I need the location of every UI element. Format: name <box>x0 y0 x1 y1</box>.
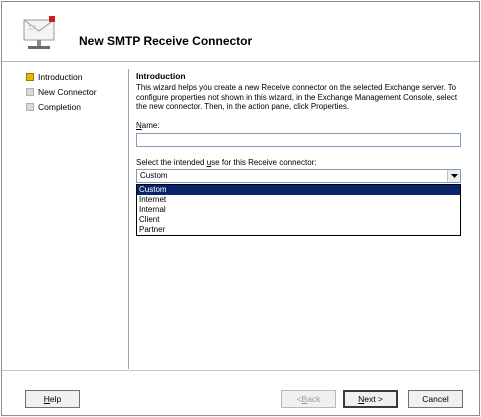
intro-description: This wizard helps you create a new Recei… <box>136 83 458 111</box>
wizard-title: New SMTP Receive Connector <box>79 34 253 48</box>
help-button[interactable]: Help <box>25 390 80 408</box>
cancel-button[interactable]: Cancel <box>408 390 463 408</box>
intended-use-label: Select the intended use for this Receive… <box>136 158 317 167</box>
option-partner[interactable]: Partner <box>137 225 460 235</box>
option-custom[interactable]: Custom <box>137 185 460 195</box>
pane-divider <box>128 69 129 369</box>
next-button[interactable]: Next > <box>343 390 398 408</box>
section-title: Introduction <box>136 71 186 81</box>
option-internet[interactable]: Internet <box>137 195 460 205</box>
name-field[interactable] <box>136 133 461 147</box>
option-internal[interactable]: Internal <box>137 205 460 215</box>
step-completion[interactable]: Completion <box>26 100 81 113</box>
step-label: Completion <box>38 101 81 112</box>
intended-use-select[interactable]: Custom <box>136 169 461 183</box>
receive-connector-icon <box>23 16 55 49</box>
dropdown-arrow-button[interactable] <box>447 170 460 182</box>
footer-divider <box>2 370 479 371</box>
wizard-step-list: Introduction New Connector Completion <box>2 63 128 368</box>
name-label: Name: <box>136 121 160 130</box>
intended-use-selected-value: Custom <box>140 171 168 180</box>
step-label: Introduction <box>38 71 83 82</box>
step-pending-icon <box>26 102 34 111</box>
step-active-icon <box>26 72 34 81</box>
step-introduction[interactable]: Introduction <box>26 70 82 83</box>
back-button[interactable]: < Back <box>281 390 336 408</box>
step-pending-icon <box>26 87 34 96</box>
step-new-connector[interactable]: New Connector <box>26 85 97 98</box>
new-smtp-receive-connector-wizard: New SMTP Receive Connector Introduction … <box>1 1 480 416</box>
step-label: New Connector <box>38 86 97 97</box>
chevron-down-icon <box>450 174 458 178</box>
option-client[interactable]: Client <box>137 215 460 225</box>
intended-use-options-list: Custom Internet Internal Client Partner <box>136 184 461 236</box>
wizard-header: New SMTP Receive Connector <box>2 2 479 62</box>
